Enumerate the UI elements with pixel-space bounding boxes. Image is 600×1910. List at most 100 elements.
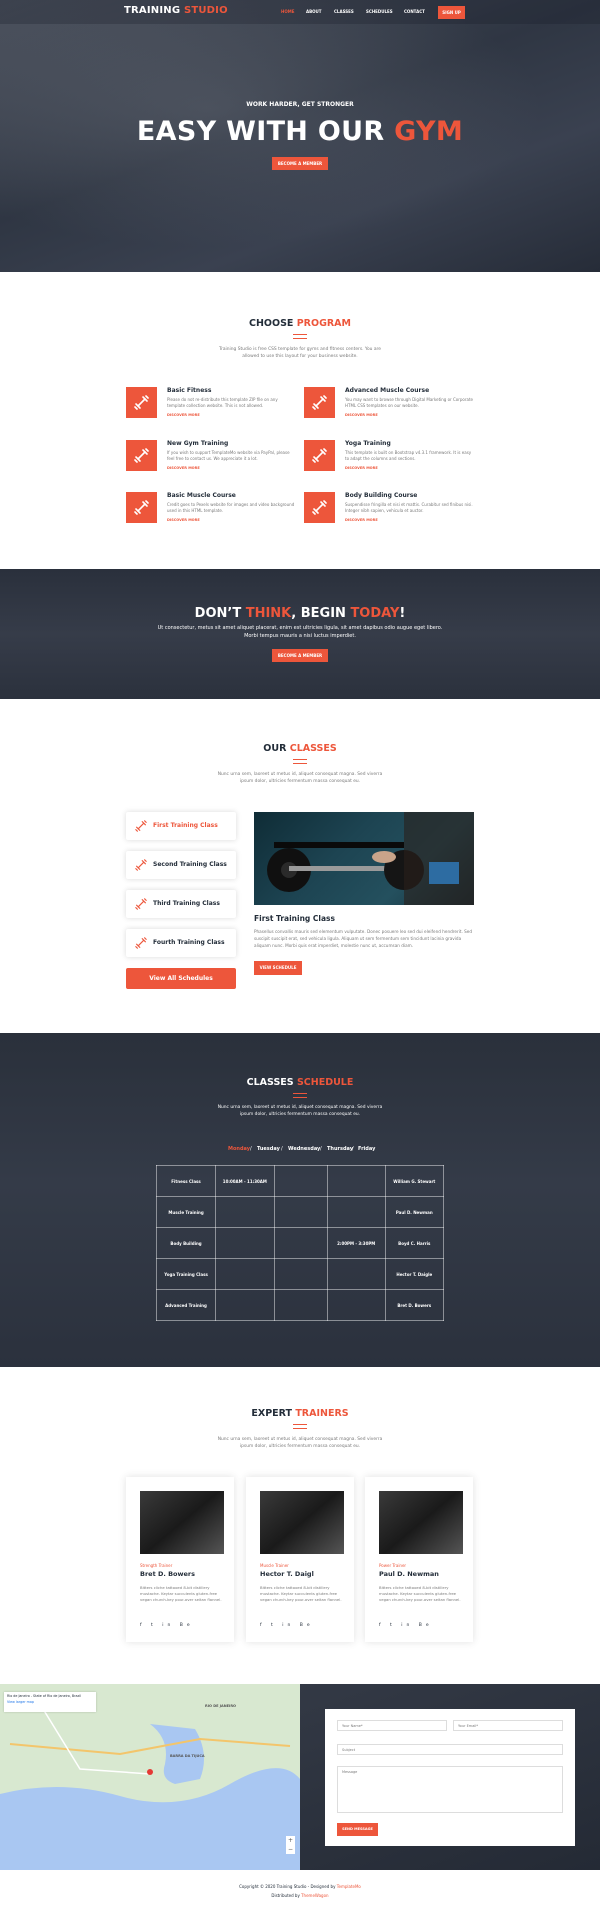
program-icon-box	[126, 492, 157, 523]
table-cell	[215, 1227, 275, 1259]
day-filter-wednesday[interactable]: Wednesday	[288, 1146, 320, 1152]
table-cell: Fitness Class	[155, 1165, 217, 1197]
footer-distributed: Distributed by ThemeWagon	[271, 1893, 329, 1898]
tab-second-training-class[interactable]: Second Training Class	[126, 851, 236, 879]
schedule-table: Fitness Class 10:00AM - 11:30AM William …	[155, 1165, 445, 1321]
trainer-card: Muscle Trainer Hector T. Daigl Bitters c…	[246, 1477, 354, 1642]
subject-field[interactable]: Subject	[337, 1744, 563, 1755]
become-member-button[interactable]: BECOME A MEMBER	[272, 157, 328, 170]
dumbbell-icon	[135, 859, 147, 871]
signup-button[interactable]: SIGN UP	[438, 6, 465, 19]
trainer-role: Strength Trainer	[140, 1563, 173, 1568]
program-card: New Gym Training If you wish to support …	[126, 440, 296, 480]
social-icons[interactable]: f t in Be	[379, 1623, 433, 1628]
send-message-button[interactable]: SEND MESSAGE	[337, 1823, 378, 1836]
program-desc: If you wish to support TemplateMo websit…	[167, 450, 290, 462]
day-separator: /	[352, 1146, 354, 1152]
tab-third-training-class[interactable]: Third Training Class	[126, 890, 236, 918]
dumbbell-icon	[135, 820, 147, 832]
dumbbell-icon	[135, 898, 147, 910]
trainers-heading: EXPERT TRAINERS	[251, 1408, 349, 1419]
trainer-role: Power Trainer	[379, 1563, 407, 1568]
table-cell	[273, 1289, 328, 1321]
program-title: Basic Fitness	[167, 387, 212, 394]
discover-more-link[interactable]: DISCOVER MORE	[167, 413, 200, 417]
google-map[interactable]: Rio de Janeiro - State of Rio de Janeiro…	[0, 1684, 300, 1870]
discover-more-link[interactable]: DISCOVER MORE	[167, 466, 200, 470]
program-title: Advanced Muscle Course	[345, 387, 430, 394]
day-separator: /	[281, 1146, 283, 1152]
program-card: Advanced Muscle Course You may want to b…	[304, 387, 474, 427]
program-desc: Credit goes to Pexels website for images…	[167, 502, 295, 514]
day-filter-tuesday[interactable]: Tuesday	[257, 1146, 280, 1152]
day-separator: /	[320, 1146, 322, 1152]
program-title: Yoga Training	[345, 440, 391, 447]
name-field[interactable]: Your Name*	[337, 1720, 447, 1731]
classes-heading: OUR CLASSES	[263, 743, 337, 754]
nav-schedules[interactable]: SCHEDULES	[366, 9, 393, 14]
nav-contact[interactable]: CONTACT	[404, 9, 425, 14]
trainer-name: Bret D. Bowers	[140, 1570, 195, 1578]
heading-divider	[293, 1093, 307, 1098]
social-icons[interactable]: f t in Be	[260, 1623, 314, 1628]
table-cell: Boyd C. Harris	[384, 1227, 445, 1259]
view-all-schedules-button[interactable]: View All Schedules	[126, 968, 236, 989]
cta-text: Ut consectetur, metus sit amet aliquet p…	[157, 625, 443, 639]
day-filter-friday[interactable]: Friday	[358, 1146, 375, 1152]
nav-home[interactable]: HOME	[281, 9, 294, 14]
table-cell	[326, 1258, 386, 1290]
table-cell	[215, 1289, 275, 1321]
social-icons[interactable]: f t in Be	[140, 1623, 194, 1628]
class-image	[254, 812, 474, 905]
table-cell	[326, 1196, 386, 1228]
discover-more-link[interactable]: DISCOVER MORE	[345, 413, 378, 417]
cta-become-member-button[interactable]: BECOME A MEMBER	[272, 649, 328, 662]
table-cell	[215, 1258, 275, 1290]
discover-more-link[interactable]: DISCOVER MORE	[345, 466, 378, 470]
nav-classes[interactable]: CLASSES	[334, 9, 354, 14]
discover-more-link[interactable]: DISCOVER MORE	[167, 518, 200, 522]
discover-more-link[interactable]: DISCOVER MORE	[345, 518, 378, 522]
program-icon-box	[304, 440, 335, 471]
table-row: Advanced Training Bret D. Bowers	[155, 1289, 445, 1321]
tab-fourth-training-class[interactable]: Fourth Training Class	[126, 929, 236, 957]
nav-about[interactable]: ABOUT	[306, 9, 322, 14]
table-cell	[326, 1165, 386, 1197]
dumbbell-icon	[134, 395, 149, 410]
hero-title: EASY WITH OUR GYM	[136, 116, 464, 147]
map-zoom-controls[interactable]: + −	[286, 1836, 295, 1854]
table-cell: Advanced Training	[155, 1289, 217, 1321]
tab-first-training-class[interactable]: First Training Class	[126, 812, 236, 840]
templatemo-link[interactable]: TemplateMo	[337, 1884, 361, 1889]
hero-section: TRAINING STUDIO HOME ABOUT CLASSES SCHED…	[0, 0, 600, 272]
email-field[interactable]: Your Email*	[453, 1720, 563, 1731]
schedule-heading: CLASSES SCHEDULE	[246, 1077, 354, 1088]
themewagon-link[interactable]: ThemeWagon	[301, 1893, 328, 1898]
programs-heading: CHOOSE PROGRAM	[249, 318, 351, 329]
trainer-desc: Bitters cliche tattooed 8-bit distillery…	[260, 1585, 342, 1602]
table-row: Fitness Class 10:00AM - 11:30AM William …	[155, 1165, 445, 1197]
trainer-name: Hector T. Daigl	[260, 1570, 314, 1578]
trainer-role: Muscle Trainer	[260, 1563, 289, 1568]
table-cell	[273, 1165, 328, 1197]
table-cell: 10:00AM - 11:30AM	[215, 1165, 275, 1197]
dumbbell-icon	[134, 448, 149, 463]
trainer-photo	[260, 1491, 344, 1554]
program-desc: Please do not re-distribute this templat…	[167, 397, 278, 409]
message-field[interactable]: Message	[337, 1766, 563, 1813]
site-logo[interactable]: TRAINING STUDIO	[124, 5, 228, 16]
dumbbell-icon	[312, 448, 327, 463]
classes-intro: Nunc urna sem, laoreet ut metus id, aliq…	[217, 772, 383, 785]
day-filter-thursday[interactable]: Thursday	[327, 1146, 353, 1152]
table-cell	[273, 1196, 328, 1228]
table-cell: Body Building	[155, 1227, 217, 1259]
view-schedule-button[interactable]: VIEW SCHEDULE	[254, 961, 302, 975]
trainer-card: Power Trainer Paul D. Newman Bitters cli…	[365, 1477, 473, 1642]
heading-divider	[293, 334, 307, 339]
schedule-intro: Nunc urna sem, laoreet ut metus id, aliq…	[217, 1105, 383, 1118]
view-larger-map-link[interactable]: View larger map	[7, 1700, 93, 1704]
program-desc: Suspendisse fringilla et nisi et mattis.…	[345, 502, 473, 514]
trainer-photo	[140, 1491, 224, 1554]
day-filter-monday[interactable]: Monday	[228, 1146, 250, 1152]
program-card: Basic Muscle Course Credit goes to Pexel…	[126, 492, 296, 532]
